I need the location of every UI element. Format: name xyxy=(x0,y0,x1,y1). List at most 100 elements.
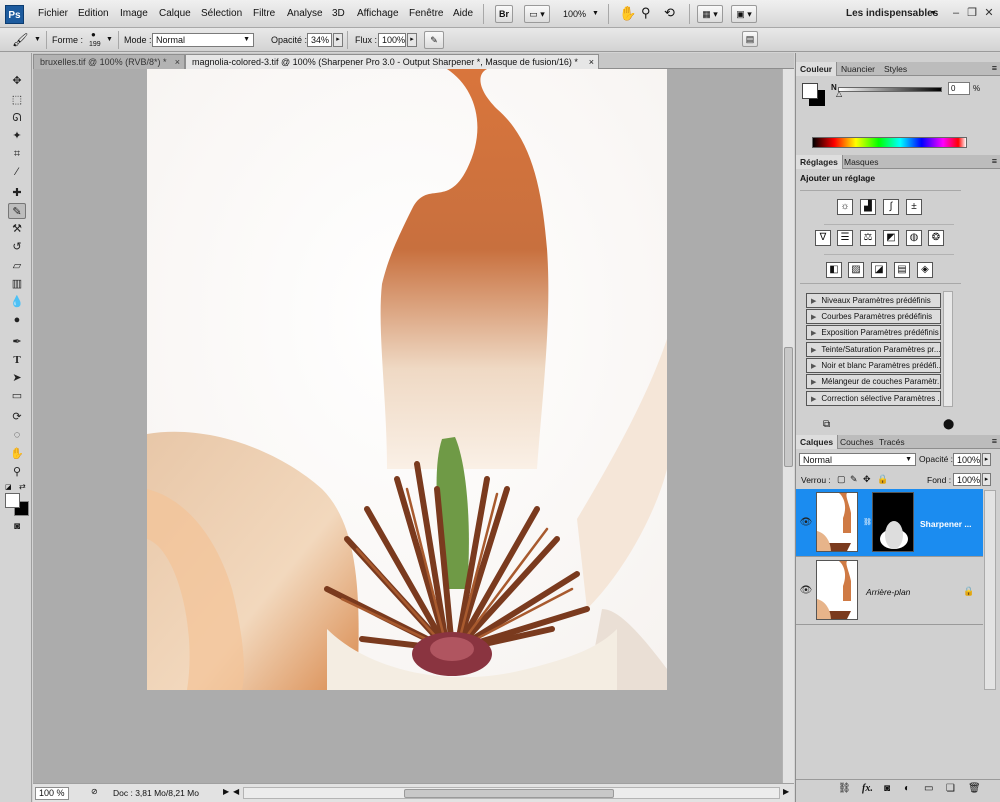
foreground-color-swatch[interactable] xyxy=(5,493,20,508)
exposure-icon[interactable]: ± xyxy=(906,199,922,215)
chevron-right-icon[interactable]: ▶ xyxy=(223,787,229,796)
crop-tool-icon[interactable]: ⌗ xyxy=(8,146,26,162)
path-selection-icon[interactable]: ➤ xyxy=(8,370,26,386)
preset-melangeur[interactable]: ▶ Mélangeur de couches Paramètr... xyxy=(806,374,941,389)
brush-tool-icon[interactable]: ✎ xyxy=(8,203,26,219)
menu-image[interactable]: Image xyxy=(120,8,148,19)
chain-link-icon[interactable]: ⛓ xyxy=(863,518,872,526)
swap-colors-icon[interactable]: ⇄ xyxy=(19,482,26,491)
menu-calque[interactable]: Calque xyxy=(159,8,191,19)
layer-thumbnail[interactable] xyxy=(816,492,858,552)
workspace-switcher[interactable]: Les indispensables xyxy=(846,8,938,19)
flow-slider-button[interactable]: ▸ xyxy=(407,33,417,47)
layer-name[interactable]: Arrière-plan xyxy=(866,587,910,597)
menu-edition[interactable]: Edition xyxy=(78,8,109,19)
menu-selection[interactable]: Sélection xyxy=(201,8,242,19)
clone-stamp-icon[interactable]: ⚒ xyxy=(8,221,26,237)
gray-value-field[interactable]: 0 xyxy=(948,82,970,95)
tab-couches[interactable]: Couches xyxy=(836,435,878,449)
pen-tool-icon[interactable]: ✒ xyxy=(8,334,26,350)
menu-3d[interactable]: 3D xyxy=(332,8,345,19)
document-image[interactable] xyxy=(147,69,667,690)
posterize-icon[interactable]: ▨ xyxy=(848,262,864,278)
healing-brush-icon[interactable]: ✚ xyxy=(8,185,26,201)
lasso-tool-icon[interactable]: ᘏ xyxy=(8,110,26,126)
move-tool-icon[interactable]: ✥ xyxy=(8,73,26,89)
scroll-left-icon[interactable]: ◀ xyxy=(233,787,239,796)
menu-fichier[interactable]: Fichier xyxy=(38,8,68,19)
zoom-field[interactable]: 100 % xyxy=(35,787,69,800)
adjustment-icon[interactable]: ◐ xyxy=(904,783,910,794)
zoom-level[interactable]: 100% xyxy=(563,9,586,19)
scroll-right-icon[interactable]: ▶ xyxy=(783,787,789,796)
tab-reglages[interactable]: Réglages xyxy=(796,155,843,169)
chevron-down-icon[interactable]: ▼ xyxy=(106,36,113,43)
tab-bruxelles[interactable]: bruxelles.tif @ 100% (RVB/8*) * × xyxy=(33,54,185,69)
color-ramp[interactable] xyxy=(812,137,967,148)
lock-transparency-icon[interactable]: ▢ xyxy=(837,474,846,485)
scrollbar-thumb[interactable] xyxy=(404,789,614,798)
visibility-eye-icon[interactable]: 👁 xyxy=(799,585,813,596)
fx-icon[interactable]: fx. xyxy=(862,783,873,794)
brush-preview-icon[interactable]: ● xyxy=(91,30,96,39)
photo-filter-icon[interactable]: ◍ xyxy=(906,230,922,246)
hue-saturation-icon[interactable]: ☰ xyxy=(837,230,853,246)
vertical-scrollbar[interactable] xyxy=(782,69,794,783)
layer-thumbnail[interactable] xyxy=(816,560,858,620)
mode-select[interactable]: Normal ▼ xyxy=(152,33,254,47)
hand-tool-icon[interactable]: ✋ xyxy=(8,446,26,462)
link-icon[interactable]: ⛓ xyxy=(838,783,851,794)
eyedropper-icon[interactable]: ⁄ xyxy=(8,164,26,180)
preset-correction-selective[interactable]: ▶ Correction sélective Paramètres ... xyxy=(806,391,941,406)
eraser-icon[interactable]: ▱ xyxy=(8,258,26,274)
selective-color-icon[interactable]: ◈ xyxy=(917,262,933,278)
hand-icon[interactable]: ✋ xyxy=(619,5,636,22)
opacity-slider-button[interactable]: ▸ xyxy=(333,33,343,47)
close-icon[interactable]: × xyxy=(588,55,594,69)
flow-field[interactable]: 100% xyxy=(378,33,406,47)
3d-orbit-icon[interactable]: ◌ xyxy=(8,427,26,443)
panel-menu-icon[interactable]: ≡ xyxy=(992,63,997,73)
layer-opacity-slider[interactable]: ▸ xyxy=(982,453,991,466)
toggle-icon[interactable]: ⬤ xyxy=(943,419,954,430)
menu-aide[interactable]: Aide xyxy=(453,8,473,19)
fill-field[interactable]: 100% xyxy=(953,473,981,486)
presets-scrollbar[interactable] xyxy=(943,291,953,407)
zoom-tool-icon[interactable]: ⚲ xyxy=(8,464,26,480)
channel-mixer-icon[interactable]: ❂ xyxy=(928,230,944,246)
preset-courbes[interactable]: ▶ Courbes Paramètres prédéfinis xyxy=(806,309,941,324)
chevron-down-icon[interactable]: ▼ xyxy=(592,10,599,17)
panel-menu-icon[interactable]: ≡ xyxy=(992,436,997,446)
default-colors-icon[interactable]: ◪ xyxy=(5,483,13,491)
history-brush-icon[interactable]: ↺ xyxy=(8,239,26,255)
new-layer-icon[interactable]: ❏ xyxy=(946,783,955,794)
lock-position-icon[interactable]: ✥ xyxy=(863,474,871,485)
vibrance-icon[interactable]: ∇ xyxy=(815,230,831,246)
tab-calques[interactable]: Calques xyxy=(796,435,839,449)
scrollbar-thumb[interactable] xyxy=(784,347,793,467)
black-white-icon[interactable]: ◩ xyxy=(883,230,899,246)
mask-icon[interactable]: ◙ xyxy=(884,783,890,794)
rotate-view-icon[interactable]: ⟲ xyxy=(664,5,675,21)
brush-tool-icon[interactable]: 🖌 xyxy=(12,32,29,48)
preset-niveaux[interactable]: ▶ Niveaux Paramètres prédéfinis xyxy=(806,293,941,308)
tab-couleur[interactable]: Couleur xyxy=(796,62,838,76)
tab-traces[interactable]: Tracés xyxy=(875,435,909,449)
lock-all-icon[interactable]: 🔒 xyxy=(877,474,888,485)
bridge-button[interactable]: Br xyxy=(495,5,513,23)
tab-magnolia[interactable]: magnolia-colored-3.tif @ 100% (Sharpener… xyxy=(185,54,599,69)
layer-mask-thumbnail[interactable] xyxy=(872,492,914,552)
levels-icon[interactable]: ▟ xyxy=(860,199,876,215)
blur-tool-icon[interactable]: 💧 xyxy=(8,294,26,310)
threshold-icon[interactable]: ◪ xyxy=(871,262,887,278)
gray-slider[interactable] xyxy=(838,87,942,92)
minimize-icon[interactable]: – xyxy=(949,6,963,20)
type-tool-icon[interactable]: T xyxy=(8,352,26,368)
brightness-icon[interactable]: ☼ xyxy=(837,199,853,215)
restore-icon[interactable]: ❐ xyxy=(965,6,979,20)
menu-fenetre[interactable]: Fenêtre xyxy=(409,8,443,19)
layer-row-background[interactable]: 👁 Arrière-plan 🔒 xyxy=(796,557,983,625)
rectangle-tool-icon[interactable]: ▭ xyxy=(8,388,26,404)
menu-affichage[interactable]: Affichage xyxy=(357,8,399,19)
zoom-icon[interactable]: ⚲ xyxy=(641,5,651,21)
